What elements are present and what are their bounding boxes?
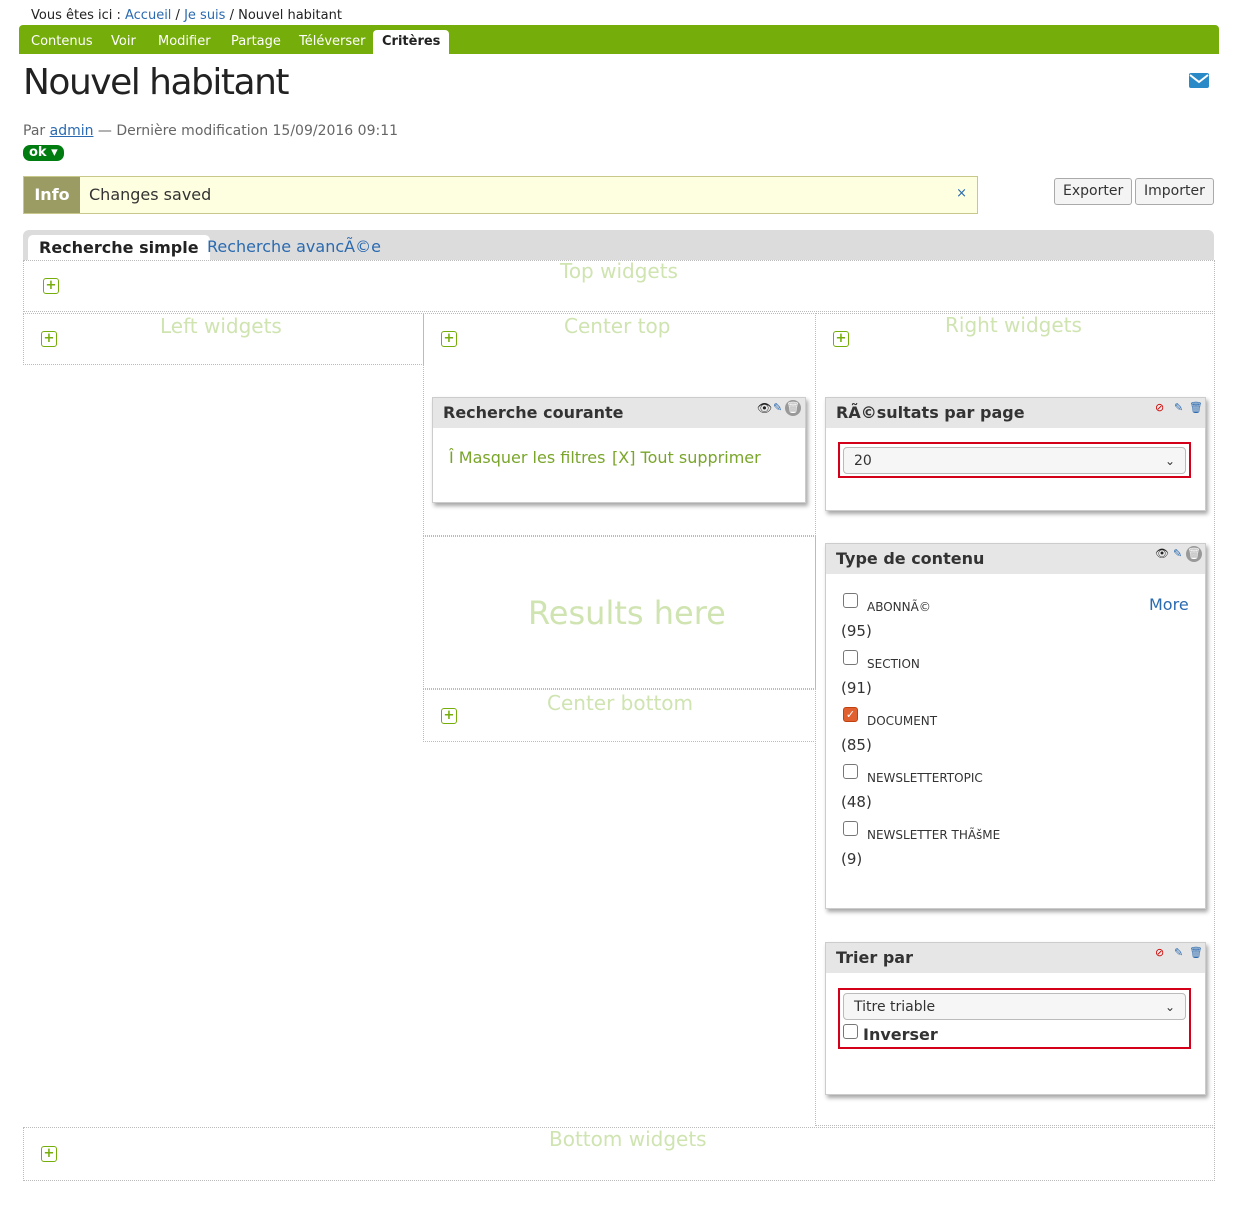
breadcrumb-sep: / [171, 8, 185, 23]
facet-count: (9) [841, 850, 863, 868]
widget-title: Type de contenu [836, 549, 985, 568]
tab-criteres[interactable]: Critères [373, 30, 450, 55]
current-search-widget: Recherche courante 👁 ✎ 🗑 Î Masquer les f… [432, 397, 806, 503]
pencil-icon[interactable]: ✎ [1174, 946, 1183, 959]
breadcrumb-home-link[interactable]: Accueil [125, 8, 171, 23]
widget-title: RÃ©sultats par page [836, 403, 1025, 422]
byline-by: Par [23, 123, 50, 139]
author-link[interactable]: admin [50, 123, 94, 139]
trash-icon[interactable]: 🗑 [1189, 401, 1203, 414]
trash-icon[interactable]: 🗑 [785, 400, 801, 416]
pencil-icon[interactable]: ✎ [1173, 547, 1182, 560]
widget-header: Trier par ⊘ ✎ 🗑 [826, 943, 1205, 973]
breadcrumb-prefix: Vous êtes ici : [31, 8, 125, 23]
edit-tabbar: Contenus Voir Modifier Partage Téléverse… [19, 25, 1219, 55]
clear-all-link[interactable]: [X] Tout supprimer [612, 448, 761, 467]
breadcrumb: Vous êtes ici : Accueil / Je suis / Nouv… [31, 8, 342, 23]
eye-slash-icon[interactable]: ⊘ [1155, 946, 1164, 959]
left-widgets-label: Left widgets [160, 314, 282, 338]
add-widget-top-icon[interactable]: + [43, 278, 59, 294]
facet-label: NEWSLETTER THÃšME [867, 828, 1001, 842]
reverse-checkbox[interactable] [843, 1024, 858, 1039]
results-label: Results here [528, 594, 726, 632]
results-per-page-widget: RÃ©sultats par page ⊘ ✎ 🗑 20 ⌄ [825, 397, 1206, 511]
chevron-down-icon: ⌄ [1164, 454, 1175, 468]
add-widget-right-icon[interactable]: + [833, 331, 849, 347]
hide-filters-link[interactable]: Î Masquer les filtres [449, 448, 605, 467]
trash-icon[interactable]: 🗑 [1189, 946, 1203, 959]
breadcrumb-current: Nouvel habitant [238, 8, 342, 23]
center-bottom-label: Center bottom [547, 691, 694, 715]
trash-icon[interactable]: 🗑 [1186, 546, 1202, 562]
info-text: Changes saved [89, 185, 212, 204]
sort-value: Titre triable [854, 999, 936, 1015]
add-widget-left-icon[interactable]: + [41, 331, 57, 347]
content-type-widget: Type de contenu 👁 ✎ 🗑 More ABONNÃ© (95) … [825, 543, 1206, 909]
add-widget-center-top-icon[interactable]: + [441, 331, 457, 347]
eye-slash-icon[interactable]: ⊘ [1155, 401, 1164, 414]
close-icon[interactable]: × [956, 186, 967, 201]
bottom-widgets-label: Bottom widgets [549, 1127, 707, 1151]
center-top-label: Center top [564, 314, 671, 338]
workflow-state-button[interactable]: ok ▾ [23, 145, 64, 161]
facet-count: (91) [841, 679, 872, 697]
reverse-label: Inverser [863, 1025, 938, 1044]
sort-widget: Trier par ⊘ ✎ 🗑 Titre triable ⌄ Inverser [825, 942, 1206, 1095]
tab-voir[interactable]: Voir [111, 34, 136, 49]
pencil-icon[interactable]: ✎ [1174, 401, 1183, 414]
export-button[interactable]: Exporter [1054, 178, 1133, 205]
search-tabs: Recherche simple Recherche avancÃ©e [23, 230, 1214, 260]
breadcrumb-sep: / [225, 8, 239, 23]
info-message: Info Changes saved × [23, 176, 978, 214]
per-page-select[interactable]: 20 ⌄ [843, 447, 1186, 474]
tab-contenus[interactable]: Contenus [31, 34, 93, 49]
eye-icon[interactable]: 👁 [1155, 547, 1169, 560]
facet-checkbox[interactable] [843, 764, 858, 779]
widget-title: Trier par [836, 948, 913, 967]
facet-label: DOCUMENT [867, 714, 938, 728]
byline: Par admin — Dernière modification 15/09/… [23, 123, 398, 139]
facet-count: (95) [841, 622, 872, 640]
widget-header: Type de contenu 👁 ✎ 🗑 [826, 544, 1205, 574]
mail-icon[interactable] [1189, 73, 1209, 92]
tab-televerser[interactable]: Téléverser [299, 34, 366, 49]
facet-count: (48) [841, 793, 872, 811]
facet-checkbox[interactable] [843, 650, 858, 665]
chevron-down-icon: ⌄ [1164, 1000, 1175, 1014]
widget-header: RÃ©sultats par page ⊘ ✎ 🗑 [826, 398, 1205, 428]
widget-title: Recherche courante [443, 403, 624, 422]
facet-checkbox-checked[interactable]: ✓ [843, 707, 858, 722]
import-button[interactable]: Importer [1135, 178, 1214, 205]
tab-modifier[interactable]: Modifier [158, 34, 211, 49]
add-widget-bottom-icon[interactable]: + [41, 1146, 57, 1162]
page-title: Nouvel habitant [23, 62, 290, 103]
facet-checkbox[interactable] [843, 593, 858, 608]
facet-count: (85) [841, 736, 872, 754]
tab-advanced-search[interactable]: Recherche avancÃ©e [207, 237, 381, 256]
info-label: Info [24, 177, 80, 213]
tab-simple-search[interactable]: Recherche simple [28, 235, 210, 260]
facet-label: SECTION [867, 657, 920, 671]
byline-modified: — Dernière modification 15/09/2016 09:11 [93, 123, 399, 139]
breadcrumb-parent-link[interactable]: Je suis [184, 8, 225, 23]
facet-label: NEWSLETTERTOPIC [867, 771, 983, 785]
per-page-value: 20 [854, 453, 872, 469]
top-widgets-label: Top widgets [560, 259, 678, 283]
facet-label: ABONNÃ© [867, 600, 931, 614]
right-widgets-label: Right widgets [945, 313, 1082, 337]
widget-header: Recherche courante 👁 ✎ 🗑 [433, 398, 805, 428]
pencil-icon[interactable]: ✎ [773, 401, 782, 414]
facet-checkbox[interactable] [843, 821, 858, 836]
eye-icon[interactable]: 👁 [757, 401, 772, 415]
add-widget-center-bottom-icon[interactable]: + [441, 708, 457, 724]
tab-partage[interactable]: Partage [231, 34, 281, 49]
more-link[interactable]: More [1149, 595, 1189, 614]
sort-select[interactable]: Titre triable ⌄ [843, 993, 1186, 1020]
